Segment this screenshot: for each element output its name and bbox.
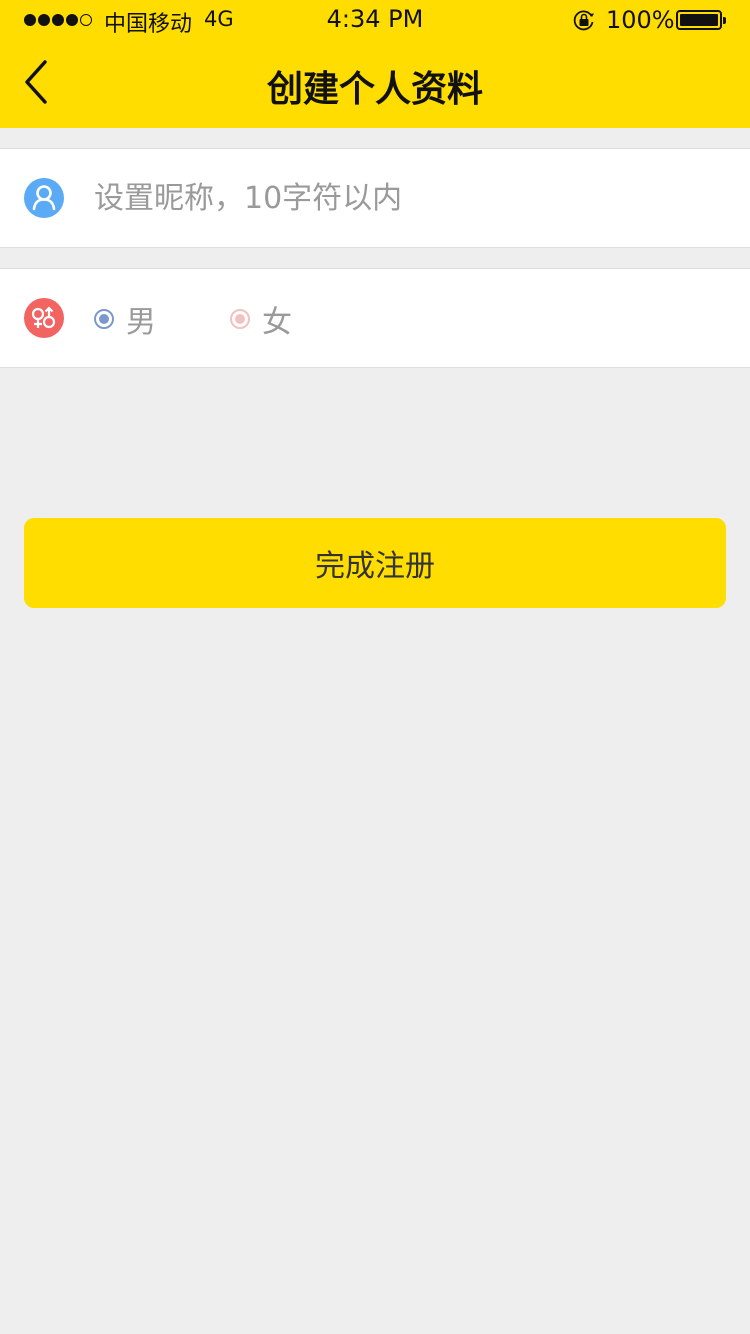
- create-profile-screen: 中国移动 4G 4:34 PM 100% 创建个人资料 设置昵称，10字符以内 …: [0, 0, 750, 1334]
- gender-icon: [24, 298, 64, 338]
- battery-percent: 100%: [606, 6, 675, 34]
- gender-row: 男 女: [0, 268, 750, 368]
- gender-label-male: 男: [126, 305, 156, 340]
- nickname-row: [0, 148, 750, 248]
- battery-icon: [676, 10, 726, 30]
- radio-male-indicator: [94, 309, 114, 329]
- person-icon: [24, 178, 64, 218]
- nickname-input[interactable]: [94, 173, 714, 223]
- header: 中国移动 4G 4:34 PM 100% 创建个人资料: [0, 0, 750, 128]
- nav-bar: 创建个人资料: [0, 40, 750, 128]
- gender-option-female[interactable]: 女: [230, 302, 292, 340]
- gender-option-male[interactable]: 男: [94, 302, 156, 340]
- gender-label-female: 女: [262, 305, 292, 340]
- rotation-lock-icon: [572, 8, 596, 32]
- status-bar: 中国移动 4G 4:34 PM 100%: [0, 0, 750, 40]
- complete-registration-button[interactable]: 完成注册: [24, 518, 726, 608]
- radio-female-indicator: [230, 309, 250, 329]
- page-title: 创建个人资料: [266, 69, 483, 110]
